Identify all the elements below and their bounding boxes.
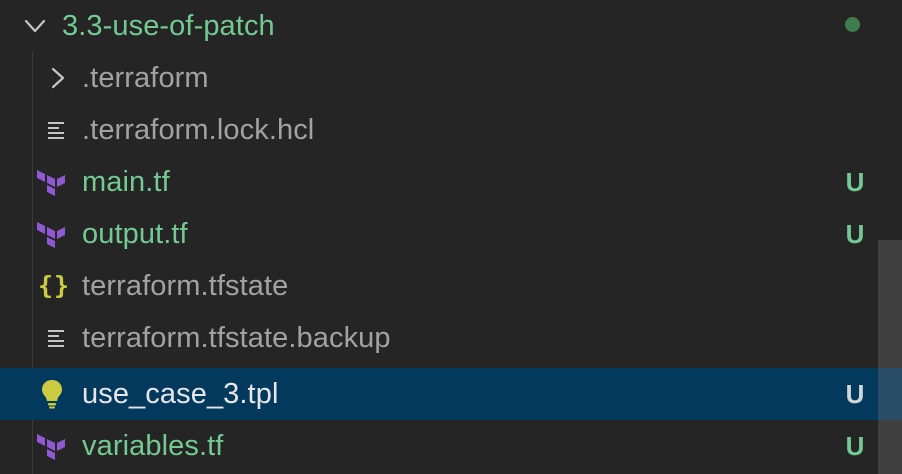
tree-item-label: main.tf <box>82 166 170 198</box>
tree-item-use-case-3-tpl[interactable]: use_case_3.tpl U <box>0 368 902 420</box>
text-lines-icon <box>48 122 64 139</box>
terraform-icon <box>37 170 65 196</box>
json-braces-icon: {} <box>38 271 71 300</box>
file-explorer-tree: 3.3-use-of-patch .terraform .terraform.l… <box>0 0 902 474</box>
untracked-status-badge: U <box>845 219 865 249</box>
untracked-status-badge: U <box>845 431 865 461</box>
folder-row-3-3-use-of-patch[interactable]: 3.3-use-of-patch <box>0 0 902 52</box>
folder-name: 3.3-use-of-patch <box>62 10 275 42</box>
tree-item-output-tf[interactable]: output.tf U <box>0 208 902 260</box>
vertical-scrollbar-thumb[interactable] <box>878 240 902 474</box>
text-lines-icon <box>48 330 64 347</box>
tree-item-label: .terraform.lock.hcl <box>82 114 315 146</box>
terraform-icon <box>37 434 65 460</box>
untracked-status-badge: U <box>845 379 865 409</box>
tree-item-terraform-tfstate[interactable]: {} terraform.tfstate <box>0 260 902 312</box>
tree-item-label: use_case_3.tpl <box>82 378 279 410</box>
chevron-down-icon[interactable] <box>23 14 47 38</box>
tree-item-main-tf[interactable]: main.tf U <box>0 156 902 208</box>
tree-item-variables-tf[interactable]: variables.tf U <box>0 420 902 472</box>
terraform-icon <box>37 222 65 248</box>
tree-item-label: terraform.tfstate <box>82 270 289 302</box>
lightbulb-icon <box>42 380 62 409</box>
untracked-status-badge: U <box>845 167 865 197</box>
tree-item-terraform-lock-hcl[interactable]: .terraform.lock.hcl <box>0 104 902 156</box>
tree-item-terraform-folder[interactable]: .terraform <box>0 52 902 104</box>
tree-item-terraform-tfstate-backup[interactable]: terraform.tfstate.backup <box>0 312 902 364</box>
tree-item-label: output.tf <box>82 218 188 250</box>
modified-dot-badge <box>845 17 860 32</box>
tree-item-label: variables.tf <box>82 430 224 462</box>
tree-item-label: terraform.tfstate.backup <box>82 322 391 354</box>
tree-item-label: .terraform <box>82 62 209 94</box>
chevron-right-icon[interactable] <box>45 66 69 90</box>
